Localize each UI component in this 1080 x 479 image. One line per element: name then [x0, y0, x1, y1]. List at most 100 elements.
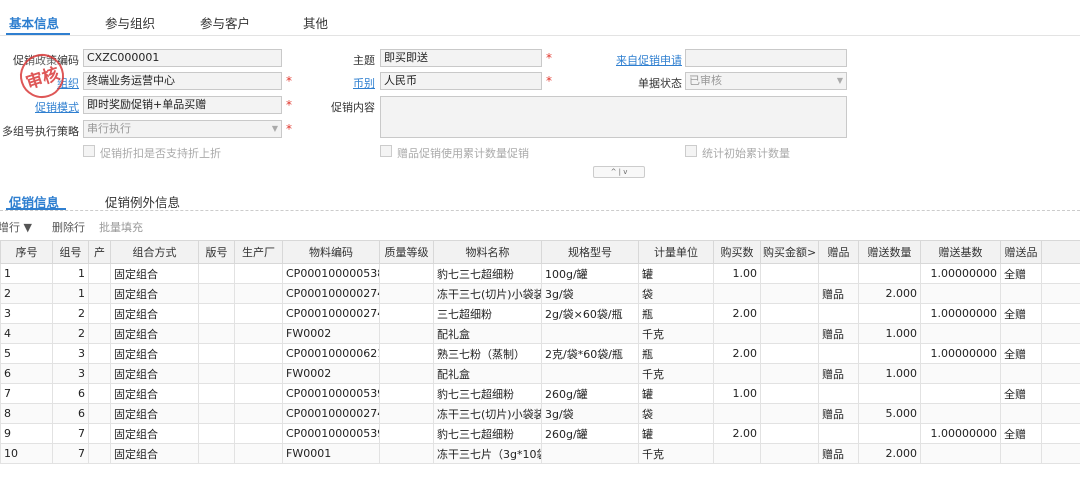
table-cell[interactable] [198, 343, 235, 364]
table-cell[interactable]: 6 [52, 383, 89, 404]
table-cell[interactable] [760, 263, 819, 284]
delete-row-button[interactable]: 删除行 [52, 219, 85, 235]
table-cell[interactable] [818, 263, 859, 284]
table-cell[interactable]: 全赠 [1000, 383, 1042, 404]
table-row[interactable]: 8 6 固定组合 CP000100000274 冻干三七(切片)小袋装 3g/袋袋 赠品 5.… [0, 403, 1080, 424]
table-cell[interactable]: 2 [52, 303, 89, 324]
table-cell[interactable]: 豹七三七超细粉 [433, 383, 542, 404]
table-cell[interactable] [234, 403, 283, 424]
table-cell[interactable] [713, 283, 761, 304]
table-cell[interactable]: 全赠 [1000, 343, 1042, 364]
table-cell[interactable] [713, 323, 761, 344]
table-cell[interactable]: 罐 [638, 423, 714, 444]
table-cell[interactable]: 千克 [638, 323, 714, 344]
table-cell[interactable] [760, 383, 819, 404]
gift-cumulative-checkbox[interactable] [380, 145, 392, 157]
table-cell[interactable] [541, 363, 639, 384]
multi-group-select[interactable]: 串行执行 ▼ [83, 120, 282, 138]
table-cell[interactable]: 7 [52, 443, 89, 464]
table-cell[interactable] [198, 323, 235, 344]
table-cell[interactable]: 1.00000000 [920, 263, 1001, 284]
table-cell[interactable]: 5 [0, 343, 53, 364]
table-cell[interactable] [713, 363, 761, 384]
table-cell[interactable]: CP000100000539 [282, 423, 380, 444]
source-field[interactable] [685, 49, 847, 67]
column-header[interactable]: 产 [88, 240, 111, 264]
table-cell[interactable] [858, 263, 921, 284]
table-cell[interactable]: 2 [52, 323, 89, 344]
table-cell[interactable] [760, 283, 819, 304]
table-cell[interactable] [760, 363, 819, 384]
column-header[interactable]: 赠送品 [1000, 240, 1042, 264]
table-cell[interactable]: 袋 [638, 283, 714, 304]
currency-label-link[interactable]: 币别 [353, 75, 375, 91]
table-cell[interactable]: 全赠 [1000, 423, 1042, 444]
table-cell[interactable]: 熟三七粉（蒸制） [433, 343, 542, 364]
table-cell[interactable] [88, 423, 111, 444]
table-cell[interactable]: 冻干三七片（3g*10袋/ [433, 443, 542, 464]
tab-promotion-exceptions[interactable]: 促销例外信息 [105, 192, 180, 211]
table-cell[interactable]: 罐 [638, 383, 714, 404]
table-cell[interactable] [1000, 323, 1042, 344]
table-cell[interactable] [88, 363, 111, 384]
table-cell[interactable] [760, 303, 819, 324]
table-cell[interactable] [198, 263, 235, 284]
table-cell[interactable]: 配礼盒 [433, 363, 542, 384]
table-row[interactable]: 9 7 固定组合 CP000100000539 豹七三七超细粉 260g/罐罐 2.00 1.… [0, 423, 1080, 444]
table-cell[interactable]: 赠品 [818, 283, 859, 304]
tab-participating-orgs[interactable]: 参与组织 [105, 13, 155, 32]
table-cell[interactable] [88, 303, 111, 324]
table-cell[interactable]: 3 [52, 343, 89, 364]
table-cell[interactable] [379, 443, 434, 464]
table-cell[interactable] [379, 383, 434, 404]
column-header[interactable]: 组合方式 [110, 240, 199, 264]
table-cell[interactable]: 固定组合 [110, 263, 199, 284]
table-cell[interactable] [198, 423, 235, 444]
table-row[interactable]: 2 1 固定组合 CP000100000274 冻干三七(切片)小袋装 3g/袋袋 赠品 2.… [0, 283, 1080, 304]
table-cell[interactable]: 1.000 [858, 363, 921, 384]
table-cell[interactable] [858, 343, 921, 364]
column-header[interactable]: 计量单位 [638, 240, 714, 264]
table-cell[interactable]: 5.000 [858, 403, 921, 424]
tab-other[interactable]: 其他 [303, 13, 328, 32]
table-cell[interactable] [88, 403, 111, 424]
table-cell[interactable]: 瓶 [638, 343, 714, 364]
table-cell[interactable]: 9 [0, 423, 53, 444]
table-cell[interactable]: 260g/罐 [541, 423, 639, 444]
table-cell[interactable]: 1.00000000 [920, 343, 1001, 364]
table-cell[interactable]: 2克/袋*60袋/瓶 [541, 343, 639, 364]
table-cell[interactable]: 2.000 [858, 283, 921, 304]
table-cell[interactable] [760, 443, 819, 464]
table-cell[interactable] [88, 263, 111, 284]
table-cell[interactable] [88, 283, 111, 304]
table-cell[interactable]: 3 [52, 363, 89, 384]
table-cell[interactable] [1000, 283, 1042, 304]
table-cell[interactable]: 固定组合 [110, 283, 199, 304]
table-cell[interactable] [920, 363, 1001, 384]
table-cell[interactable]: 三七超细粉 [433, 303, 542, 324]
column-header[interactable]: 购买金额> [760, 240, 819, 264]
tab-participating-customers[interactable]: 参与客户 [200, 13, 250, 32]
collapse-toggle-button[interactable]: ^ | v [593, 166, 645, 178]
table-cell[interactable] [818, 303, 859, 324]
table-cell[interactable]: 2g/袋×60袋/瓶 [541, 303, 639, 324]
column-header[interactable]: 赠品 [818, 240, 859, 264]
table-cell[interactable] [379, 423, 434, 444]
table-row[interactable]: 7 6 固定组合 CP000100000539 豹七三七超细粉 260g/罐罐 1.00 全赠 [0, 383, 1080, 404]
table-cell[interactable] [760, 403, 819, 424]
table-cell[interactable] [920, 383, 1001, 404]
table-cell[interactable]: CP000100000538 [282, 263, 380, 284]
table-cell[interactable] [198, 443, 235, 464]
table-cell[interactable]: FW0002 [282, 363, 380, 384]
table-cell[interactable]: 配礼盒 [433, 323, 542, 344]
batch-fill-button[interactable]: 批量填充 [99, 219, 143, 235]
table-cell[interactable] [88, 383, 111, 404]
column-header[interactable]: 组号 [52, 240, 89, 264]
table-cell[interactable]: 全赠 [1000, 303, 1042, 324]
table-cell[interactable] [760, 343, 819, 364]
table-cell[interactable]: 罐 [638, 263, 714, 284]
table-cell[interactable] [1000, 403, 1042, 424]
table-cell[interactable] [88, 443, 111, 464]
table-cell[interactable]: 10 [0, 443, 53, 464]
policy-code-field[interactable]: CXZC000001 [83, 49, 282, 67]
